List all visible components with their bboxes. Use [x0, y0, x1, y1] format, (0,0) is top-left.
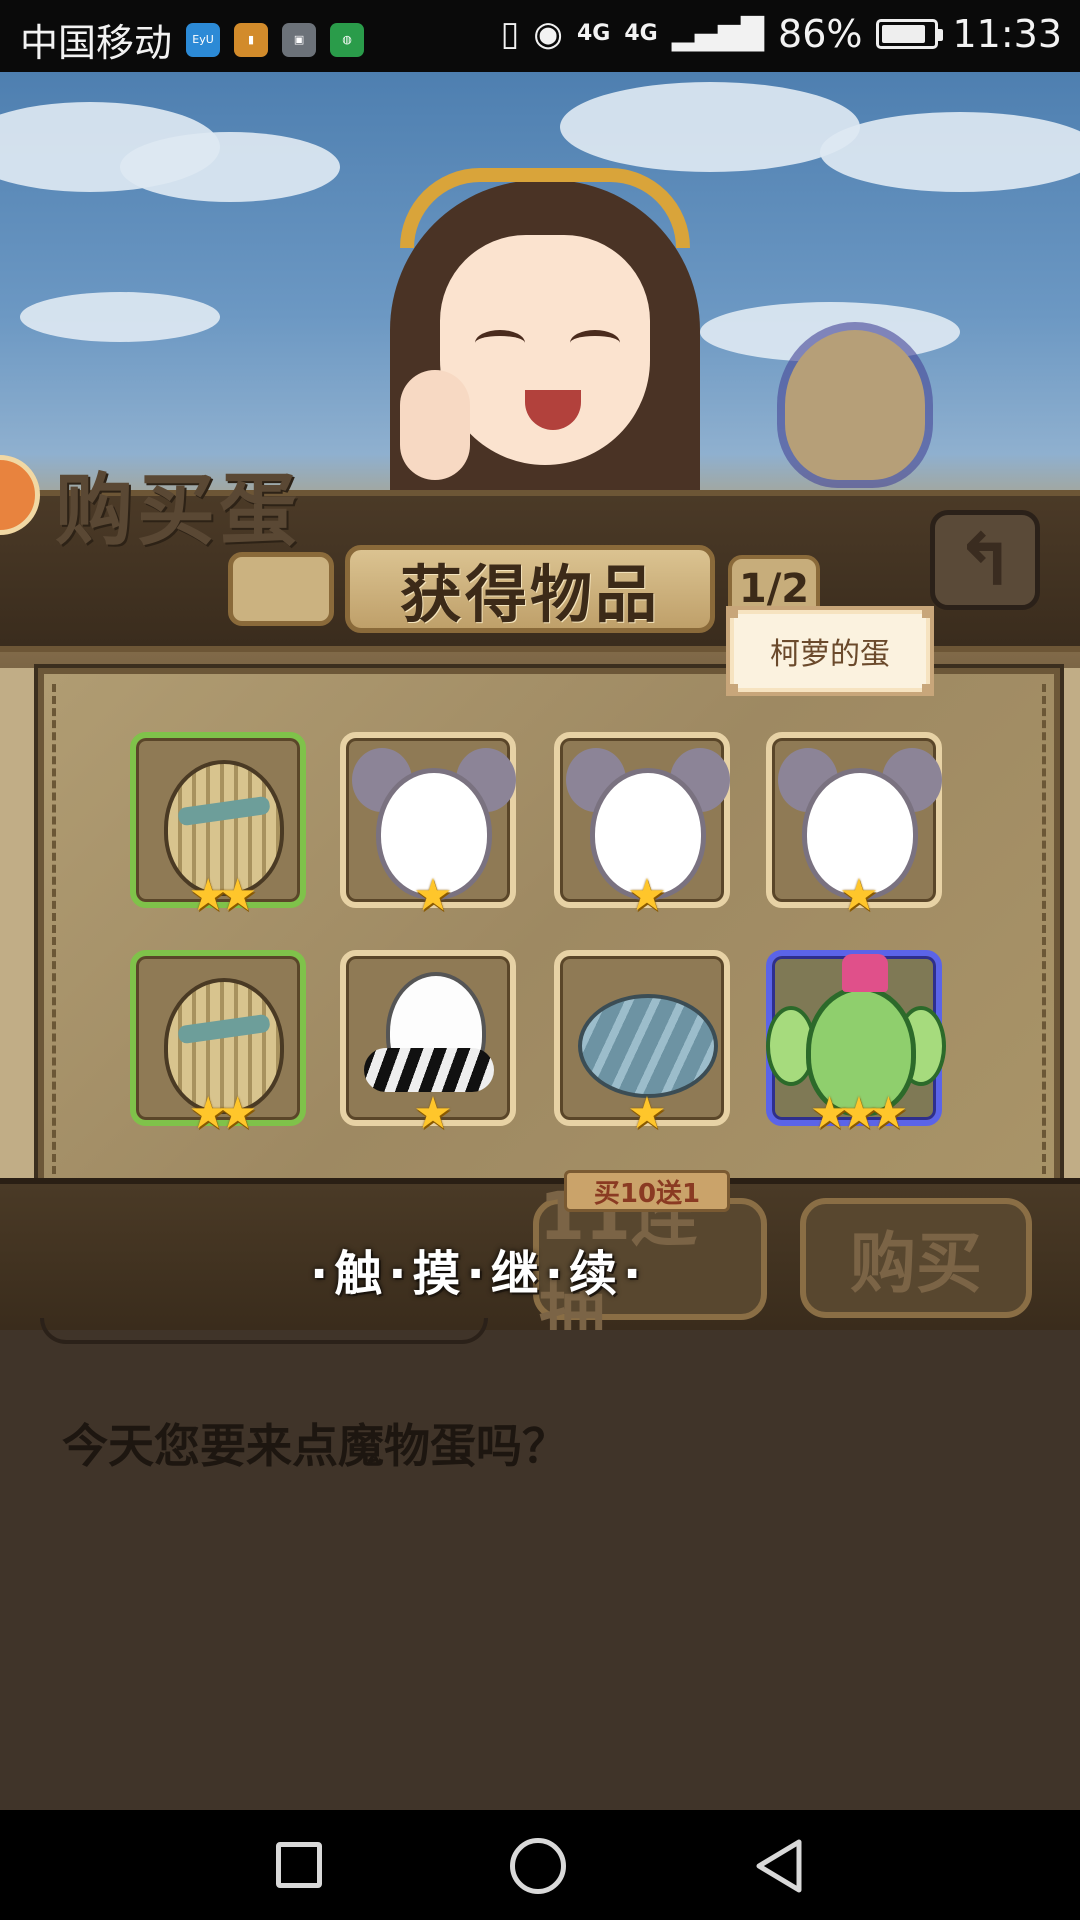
- background-egg-icon: [785, 330, 925, 480]
- home-button[interactable]: [510, 1838, 566, 1894]
- items-title-plaque: 获得物品: [345, 545, 715, 633]
- calculator-app-icon: ▮: [234, 22, 269, 57]
- zebra-tail: [364, 1048, 494, 1092]
- panel-stitch: [1042, 684, 1046, 1174]
- item-slot-3[interactable]: ★: [554, 732, 730, 918]
- tooltip-text: 柯萝的蛋: [770, 637, 890, 672]
- dialog-area: [0, 1330, 1080, 1810]
- clock: 11:33: [952, 12, 1062, 56]
- item-slot-1[interactable]: ★★: [130, 732, 306, 918]
- cloud: [20, 292, 220, 342]
- dialog-tab-outline: [40, 1318, 488, 1344]
- buy-ten-get-one-tag: 买10送1: [564, 1170, 730, 1212]
- character-headband: [400, 168, 690, 248]
- back-button[interactable]: ↰: [930, 510, 1040, 610]
- rarity-stars: ★: [627, 1088, 666, 1139]
- item-slot-5[interactable]: ★★: [130, 950, 306, 1136]
- character-eye: [570, 330, 620, 356]
- bottom-zigzag-edge: [0, 1752, 1080, 1812]
- item-slot-2[interactable]: ★: [340, 732, 516, 918]
- item-slot-7[interactable]: ★: [554, 950, 730, 1136]
- network-type-secondary: 4G: [624, 21, 658, 46]
- buy-egg-title: 购买蛋: [55, 466, 302, 556]
- rarity-stars: ★★★: [809, 1088, 908, 1139]
- touch-to-continue[interactable]: ·触·摸·继·续·: [310, 1234, 647, 1304]
- status-bar: 中国移动 EyU ▮ ▣ ◍ ▯ ◉ 4G 4G ▂▄▆█ 86% 11:33: [0, 0, 1080, 72]
- signal-icon: ▂▄▆█: [671, 16, 765, 52]
- tooltip-corner: [726, 606, 738, 618]
- dialog-text: 今天您要来点魔物蛋吗？: [62, 1419, 568, 1473]
- battery-icon: [876, 19, 944, 49]
- panel-stitch: [52, 684, 56, 1174]
- recent-apps-button[interactable]: [276, 1842, 322, 1888]
- tooltip-corner: [922, 606, 934, 618]
- carrier-name: 中国移动: [20, 21, 173, 65]
- cloud: [120, 132, 340, 202]
- status-left: 中国移动 EyU ▮ ▣ ◍: [20, 12, 365, 67]
- back-nav-button[interactable]: [754, 1838, 804, 1894]
- battery-percent: 86%: [778, 12, 863, 56]
- rarity-stars: ★★: [188, 870, 258, 921]
- buy-button[interactable]: 购买: [800, 1198, 1032, 1318]
- network-type: 4G: [576, 21, 611, 46]
- wechat-app-icon: ◍: [330, 22, 365, 57]
- item-tooltip: 柯萝的蛋: [726, 606, 934, 696]
- shell-egg-icon: [578, 994, 718, 1098]
- battery-fill: [882, 25, 926, 43]
- vibrate-icon: ▯: [500, 14, 520, 54]
- character-hand: [400, 370, 470, 480]
- item-slot-8[interactable]: ★★★: [766, 950, 946, 1136]
- gallery-app-icon: ▣: [282, 22, 317, 57]
- tab-plaque: [228, 552, 334, 626]
- items-title: 获得物品: [399, 558, 660, 631]
- rarity-stars: ★: [839, 870, 878, 921]
- undo-arrow-icon: ↰: [954, 518, 1016, 602]
- app-root: 中国移动 EyU ▮ ▣ ◍ ▯ ◉ 4G 4G ▂▄▆█ 86% 11:33: [0, 0, 1080, 1920]
- cloud: [820, 112, 1080, 192]
- eyu-app-icon: EyU: [186, 22, 221, 57]
- tooltip-corner: [726, 684, 738, 696]
- crown-icon: [842, 954, 888, 992]
- item-slot-4[interactable]: ★: [766, 732, 942, 918]
- status-right: ▯ ◉ 4G 4G ▂▄▆█ 86% 11:33: [501, 12, 1062, 56]
- rarity-stars: ★★: [188, 1088, 258, 1139]
- back-triangle-icon: [756, 1839, 802, 1893]
- panel-side-left: [0, 668, 38, 1178]
- item-slot-6[interactable]: ★: [340, 950, 516, 1136]
- tooltip-corner: [922, 684, 934, 696]
- character-eye: [475, 330, 525, 356]
- rarity-stars: ★: [627, 870, 666, 921]
- rarity-stars: ★: [413, 870, 452, 921]
- rarity-stars: ★: [413, 1088, 452, 1139]
- eye-comfort-icon: ◉: [533, 14, 563, 54]
